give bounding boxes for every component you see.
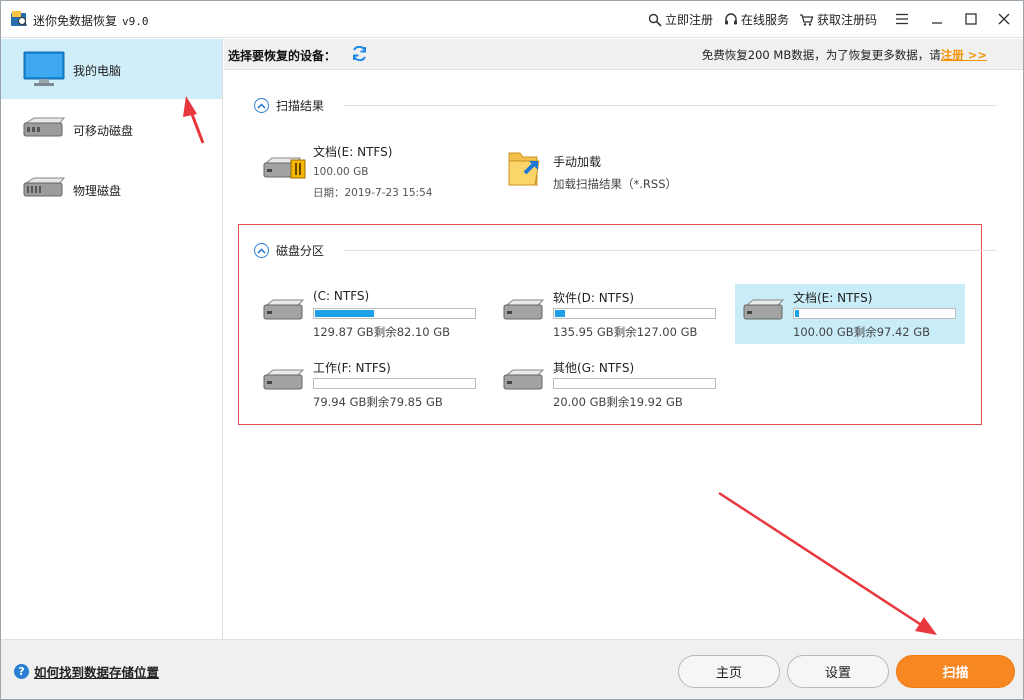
sidebar-item-label: 物理磁盘 <box>73 184 122 198</box>
scan-button[interactable]: 扫描 <box>896 655 1015 688</box>
partition-usage-bar <box>313 308 476 319</box>
partition-name: 软件(D: NTFS) <box>553 291 635 305</box>
partition-usage-fill <box>555 310 565 317</box>
partitions-collapse-button[interactable] <box>254 243 269 258</box>
scan-result-date: 日期：2019-7-23 15:54 <box>313 187 433 199</box>
monitor-icon <box>23 51 65 86</box>
physical-disk-icon <box>23 177 66 197</box>
partition-tile-g[interactable]: 其他(G: NTFS) 20.00 GB剩余19.92 GB <box>495 354 725 414</box>
register-link[interactable]: 立即注册 <box>648 11 713 28</box>
get-code-link-label: 获取注册码 <box>817 13 878 27</box>
partition-info: 129.87 GB剩余82.10 GB <box>313 325 451 339</box>
minimize-button[interactable] <box>925 7 949 31</box>
scan-results-header: 扫描结果 <box>254 97 324 114</box>
partition-tile-d[interactable]: 软件(D: NTFS) 135.95 GB剩余127.00 GB <box>495 284 725 344</box>
title-bar: 迷你免数据恢复 v9.0 立即注册 在线服务 获取注册码 <box>1 1 1023 38</box>
app-window: 迷你免数据恢复 v9.0 立即注册 在线服务 获取注册码 我的电脑 可移动磁盘 … <box>0 0 1024 700</box>
partition-usage-fill <box>795 310 799 317</box>
help-link[interactable]: ? 如何找到数据存储位置 <box>14 662 159 681</box>
register-link-inline[interactable]: 注册 >> <box>941 48 987 62</box>
cart-icon <box>800 13 814 26</box>
free-limit-notice: 免费恢复200 MB数据，为了恢复更多数据，请注册 >> <box>702 47 987 63</box>
scan-results-collapse-button[interactable] <box>254 98 269 113</box>
chevron-up-icon <box>257 102 266 109</box>
menu-button[interactable] <box>890 7 914 31</box>
partitions-header: 磁盘分区 <box>254 242 324 259</box>
app-title: 迷你免数据恢复 v9.0 <box>33 12 149 29</box>
partition-info: 100.00 GB剩余97.42 GB <box>793 325 931 339</box>
hard-drive-icon <box>503 369 545 390</box>
home-button[interactable]: 主页 <box>678 655 780 688</box>
partition-usage-bar <box>793 308 956 319</box>
minimize-icon <box>932 22 942 24</box>
help-link-label: 如何找到数据存储位置 <box>34 665 160 680</box>
online-service-link-label: 在线服务 <box>741 13 790 27</box>
hard-drive-icon <box>263 369 305 390</box>
settings-button[interactable]: 设置 <box>787 655 889 688</box>
app-title-text: 迷你免数据恢复 <box>33 14 118 28</box>
close-button[interactable] <box>992 7 1016 31</box>
footer-bar: ? 如何找到数据存储位置 主页 设置 扫描 <box>1 639 1023 699</box>
device-select-label: 选择要恢复的设备： <box>228 49 337 63</box>
partition-usage-bar <box>313 378 476 389</box>
sidebar-item-label: 可移动磁盘 <box>73 124 134 138</box>
sidebar-item-removable-disk[interactable]: 可移动磁盘 <box>1 99 222 159</box>
partition-info: 79.94 GB剩余79.85 GB <box>313 395 443 409</box>
partition-info: 135.95 GB剩余127.00 GB <box>553 325 698 339</box>
scan-results-divider <box>344 105 997 106</box>
partition-tile-e[interactable]: 文档(E: NTFS) 100.00 GB剩余97.42 GB <box>735 284 965 344</box>
partition-tile-f[interactable]: 工作(F: NTFS) 79.94 GB剩余79.85 GB <box>255 354 485 414</box>
partition-name: 工作(F: NTFS) <box>313 361 391 375</box>
hard-drive-icon <box>743 299 785 320</box>
manual-load-desc: 加载扫描结果（*.RSS） <box>553 177 677 191</box>
register-link-label: 立即注册 <box>665 13 714 27</box>
maximize-button[interactable] <box>959 7 983 31</box>
refresh-icon[interactable] <box>351 45 368 62</box>
sidebar-item-my-computer[interactable]: 我的电脑 <box>1 39 222 99</box>
help-question-icon: ? <box>14 664 29 679</box>
hard-drive-icon <box>503 299 545 320</box>
key-search-icon <box>648 13 662 27</box>
maximize-icon <box>965 13 977 25</box>
free-limit-notice-text: 免费恢复200 MB数据，为了恢复更多数据，请 <box>701 48 941 62</box>
hard-drive-icon <box>263 299 305 320</box>
scan-results-title: 扫描结果 <box>276 99 325 113</box>
scan-result-size: 100.00 GB <box>313 166 369 178</box>
folder-open-icon <box>508 152 540 186</box>
partition-name: 文档(E: NTFS) <box>793 291 873 305</box>
app-logo-icon <box>11 11 27 27</box>
app-version: v9.0 <box>122 15 149 28</box>
partition-usage-bar <box>553 308 716 319</box>
online-service-link[interactable]: 在线服务 <box>724 11 789 28</box>
device-select-bar: 选择要恢复的设备： 免费恢复200 MB数据，为了恢复更多数据，请注册 >> <box>224 39 1023 70</box>
scan-result-name: 文档(E: NTFS) <box>313 145 393 159</box>
annotation-arrow-scan <box>718 491 937 635</box>
partitions-divider <box>344 250 997 251</box>
partition-name: (C: NTFS) <box>313 289 370 303</box>
removable-disk-icon <box>23 117 66 137</box>
partition-info: 20.00 GB剩余19.92 GB <box>553 395 683 409</box>
manual-load-title: 手动加载 <box>553 155 602 169</box>
sidebar-item-physical-disk[interactable]: 物理磁盘 <box>1 159 222 219</box>
drive-icon <box>263 157 306 179</box>
chevron-up-icon <box>257 247 266 254</box>
get-code-link[interactable]: 获取注册码 <box>799 11 877 28</box>
partition-tile-c[interactable]: (C: NTFS) 129.87 GB剩余82.10 GB <box>255 284 485 344</box>
partitions-title: 磁盘分区 <box>276 244 325 258</box>
sidebar: 我的电脑 可移动磁盘 物理磁盘 <box>1 39 223 639</box>
sidebar-item-label: 我的电脑 <box>73 64 122 78</box>
partition-usage-bar <box>553 378 716 389</box>
headset-icon <box>725 12 737 24</box>
hamburger-icon <box>896 13 908 25</box>
close-icon <box>998 13 1010 25</box>
partition-name: 其他(G: NTFS) <box>553 361 635 375</box>
partition-usage-fill <box>315 310 374 317</box>
